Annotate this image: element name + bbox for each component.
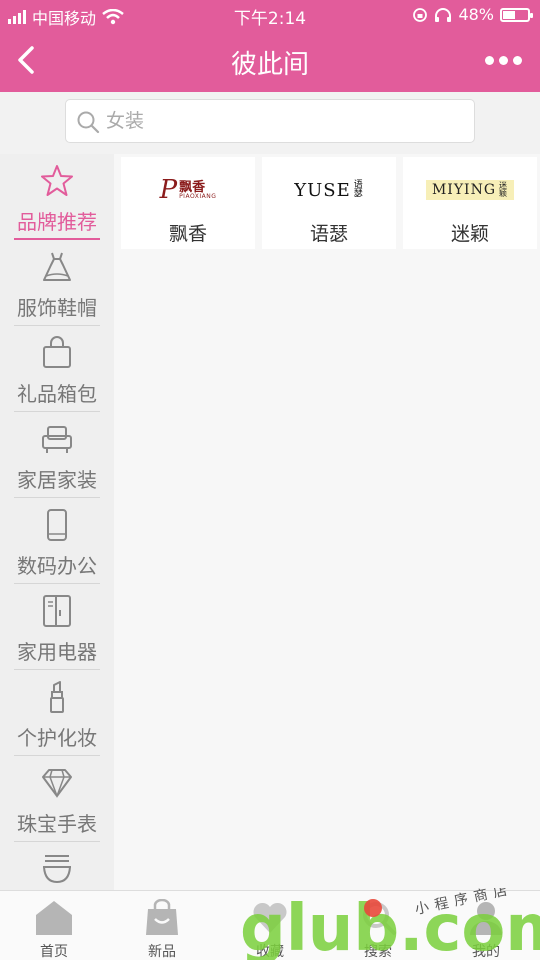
sidebar-item-digital[interactable]: 数码办公 <box>0 498 114 584</box>
tab-label: 我的 <box>472 944 500 960</box>
search-icon <box>363 902 396 935</box>
home-icon <box>36 901 72 935</box>
sidebar-item-label: 数码办公 <box>17 554 97 578</box>
sidebar-item-label: 礼品箱包 <box>17 382 97 406</box>
search-icon <box>77 111 100 134</box>
brand-card-yuse[interactable]: YUSE 语瑟 语瑟 <box>262 157 396 249</box>
tab-home[interactable]: 首页 <box>0 891 108 960</box>
tab-profile[interactable]: 我的 <box>432 891 540 960</box>
tab-search[interactable]: 搜索 <box>324 891 432 960</box>
sidebar-item-label: 家用电器 <box>17 640 97 664</box>
page-title: 彼此间 <box>230 50 309 80</box>
tab-label: 首页 <box>40 944 68 960</box>
brand-card-miying[interactable]: MIYING 迷颖 迷颖 <box>403 157 537 249</box>
search-input[interactable] <box>106 106 466 136</box>
headphones-icon <box>435 7 452 22</box>
shopping-bag-icon <box>146 899 178 935</box>
star-icon <box>41 165 73 196</box>
nav-bar: 彼此间 <box>0 30 540 92</box>
sidebar-item-beauty[interactable]: 个护化妆 <box>0 670 114 756</box>
tab-new[interactable]: 新品 <box>108 891 216 960</box>
category-sidebar: 品牌推荐 服饰鞋帽 礼品箱包 家居家装 数码办公 家用电器 个护化妆 珠宝手表 <box>0 154 114 890</box>
bottom-tab-bar: 首页 新品 收藏 搜索 我的 <box>0 890 540 960</box>
sidebar-item-label: 珠宝手表 <box>17 812 97 836</box>
search-bar <box>0 92 540 154</box>
tab-favorites[interactable]: 收藏 <box>216 891 324 960</box>
bowl-icon <box>43 855 71 884</box>
lipstick-icon <box>50 681 64 713</box>
sidebar-item-label: 品牌推荐 <box>17 210 97 234</box>
brand-logo-subtext: 迷颖 <box>499 181 508 198</box>
brand-logo-text: YUSE <box>294 179 351 201</box>
rotation-lock-icon <box>413 7 428 22</box>
tab-label: 新品 <box>148 944 176 960</box>
tab-label: 搜索 <box>364 944 392 960</box>
sidebar-item-label: 服饰鞋帽 <box>17 296 97 320</box>
top-bar: 中国移动 下午2:14 48% 彼此间 <box>0 0 540 92</box>
brand-logo-text: MIYING <box>431 182 497 198</box>
sidebar-item-apparel[interactable]: 服饰鞋帽 <box>0 240 114 326</box>
brand-grid: P 飘香 PIAOXIANG 飘香 YUSE 语瑟 语瑟 MIYING 迷颖 迷… <box>114 154 540 890</box>
sidebar-item-bags[interactable]: 礼品箱包 <box>0 326 114 412</box>
brand-logo: YUSE 语瑟 <box>262 175 396 205</box>
sidebar-item-brands[interactable]: 品牌推荐 <box>0 154 114 240</box>
sidebar-item-appliances[interactable]: 家用电器 <box>0 584 114 670</box>
brand-name: 迷颖 <box>450 223 489 245</box>
fridge-icon <box>43 595 71 627</box>
battery-percent: 48% <box>458 5 494 24</box>
brand-logo: P 飘香 PIAOXIANG <box>159 175 217 205</box>
sidebar-item-food[interactable] <box>0 842 114 890</box>
sidebar-item-label: 家居家装 <box>17 468 97 492</box>
dress-icon <box>43 252 71 281</box>
battery-icon <box>500 7 533 22</box>
bag-icon <box>43 336 71 368</box>
sidebar-item-home[interactable]: 家居家装 <box>0 412 114 498</box>
brand-logo-subtext: 语瑟 <box>353 180 363 199</box>
status-bar: 中国移动 下午2:14 48% <box>0 0 540 30</box>
tab-label: 收藏 <box>256 944 284 960</box>
brand-name: 飘香 <box>168 223 207 245</box>
diamond-icon <box>42 769 72 799</box>
brand-logo-text: 飘香 <box>179 179 206 195</box>
brand-card-piaoxiang[interactable]: P 飘香 PIAOXIANG 飘香 <box>121 157 255 249</box>
sofa-icon <box>42 426 72 453</box>
search-box[interactable] <box>65 99 475 143</box>
brand-name: 语瑟 <box>309 223 348 245</box>
brand-logo: MIYING 迷颖 <box>403 175 537 205</box>
user-icon <box>470 902 502 935</box>
sidebar-item-jewelry[interactable]: 珠宝手表 <box>0 756 114 842</box>
more-button[interactable] <box>485 56 522 65</box>
phone-icon <box>47 509 67 541</box>
sidebar-item-label: 个护化妆 <box>17 726 97 750</box>
favorite-icon <box>253 902 287 933</box>
brand-logo-subtext: PIAOXIANG <box>179 192 217 200</box>
